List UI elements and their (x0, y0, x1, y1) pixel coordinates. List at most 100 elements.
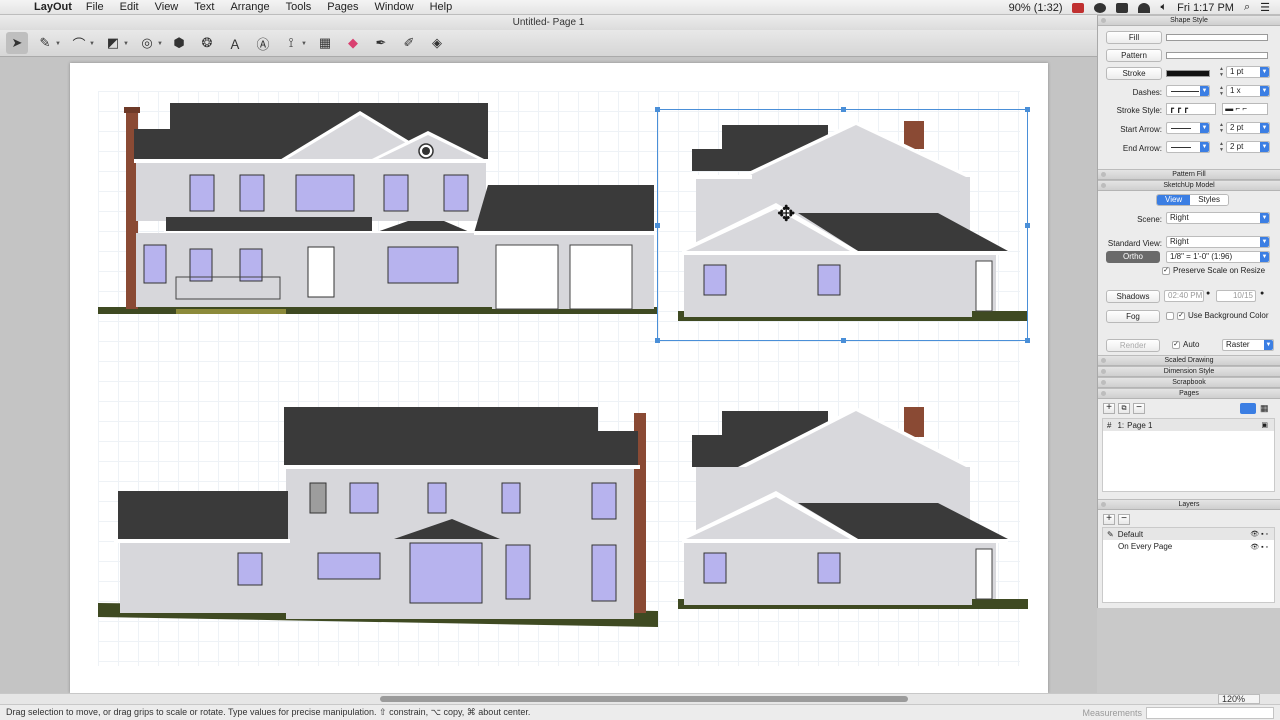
page-present-icon[interactable]: ▣ (1261, 421, 1268, 429)
preserve-scale-checkbox[interactable]: ✓ (1162, 266, 1170, 275)
shadow-time-field[interactable]: 02:40 PM (1164, 290, 1204, 302)
auto-render-option[interactable]: ✓ Auto (1172, 340, 1199, 349)
view-styles-tabs[interactable]: View Styles (1156, 194, 1229, 206)
front-elevation-viewport[interactable] (98, 99, 658, 319)
grip-top-left[interactable] (655, 107, 660, 112)
recording-icon[interactable] (1072, 2, 1085, 13)
grip-bottom-right[interactable] (1025, 338, 1030, 343)
menu-file[interactable]: File (86, 1, 104, 13)
list-item[interactable]: ✎ Default 👁︎ ▪ ▫ (1103, 528, 1274, 540)
stroke-button[interactable]: Stroke (1106, 67, 1162, 80)
fill-button[interactable]: Fill (1106, 31, 1162, 44)
list-view-icon[interactable] (1240, 403, 1256, 414)
menu-tools[interactable]: Tools (286, 1, 312, 13)
selection-box[interactable] (655, 107, 1030, 343)
layer-visibility-icon[interactable]: 👁︎ ▪ ▫ (1250, 543, 1268, 551)
menu-view[interactable]: View (155, 1, 179, 13)
shadow-date-field[interactable]: 10/15 (1216, 290, 1256, 302)
scaled-drawing-header[interactable]: Scaled Drawing (1098, 355, 1280, 366)
arc-tool-icon[interactable]: ⌒ ▼ (68, 32, 95, 54)
start-arrow-combo[interactable]: ▼ (1166, 122, 1210, 134)
end-arrow-stepper[interactable]: ▲ ▼ (1218, 141, 1225, 153)
page-paper[interactable]: ✥ (70, 63, 1048, 693)
volume-icon[interactable]: 🔈︎ (1160, 1, 1167, 14)
list-item[interactable]: On Every Page 👁︎ ▪ ▫ (1103, 540, 1274, 553)
bluetooth-icon[interactable] (1116, 2, 1129, 13)
paint-bucket-tool-icon[interactable]: ◈ (426, 32, 448, 54)
shadow-time-stepper[interactable]: ● (1206, 290, 1210, 297)
rotate-tool-icon[interactable]: ⬢ (168, 32, 190, 54)
auto-render-checkbox[interactable]: ✓ (1172, 340, 1180, 349)
table-tool-icon[interactable]: ▦ (314, 32, 336, 54)
sketchup-model-header[interactable]: SketchUp Model (1098, 180, 1280, 191)
tab-styles[interactable]: Styles (1190, 195, 1228, 205)
delete-layer-icon[interactable]: − (1118, 514, 1130, 525)
add-layer-icon[interactable]: + (1103, 514, 1115, 525)
horizontal-scrollbar[interactable]: 120% (0, 693, 1280, 704)
split-tool-icon[interactable]: ❂ (196, 32, 218, 54)
scene-select[interactable]: Right ▼ (1166, 212, 1270, 224)
document-canvas[interactable]: ✥ (0, 57, 1097, 693)
sync-icon[interactable] (1094, 2, 1107, 13)
menu-window[interactable]: Window (374, 1, 413, 13)
grip-top-right[interactable] (1025, 107, 1030, 112)
pattern-fill-header[interactable]: Pattern Fill (1098, 169, 1280, 180)
delete-page-icon[interactable]: − (1133, 403, 1145, 414)
layers-header[interactable]: Layers (1098, 499, 1280, 510)
dashes-scale-combo[interactable]: 1 x ▼ (1226, 85, 1270, 97)
circle-tool-icon[interactable]: ◎ ▼ (136, 32, 163, 54)
grip-middle-right[interactable] (1025, 223, 1030, 228)
menu-text[interactable]: Text (194, 1, 214, 13)
shape-style-header[interactable]: Shape Style (1098, 15, 1280, 26)
app-menu[interactable]: LayOut (34, 1, 72, 13)
end-arrow-size-combo[interactable]: 2 pt ▼ (1226, 141, 1270, 153)
grip-bottom-left[interactable] (655, 338, 660, 343)
eraser-tool-icon[interactable]: ◆ (342, 32, 364, 54)
stroke-color-swatch[interactable] (1166, 70, 1210, 77)
start-arrow-stepper[interactable]: ▲ ▼ (1218, 122, 1225, 134)
shadow-date-stepper[interactable]: ● (1260, 290, 1264, 297)
zoom-select[interactable]: 120% (1217, 694, 1260, 704)
rear-elevation-viewport[interactable] (98, 403, 658, 633)
wifi-icon[interactable] (1138, 2, 1151, 13)
notifications-icon[interactable]: ☰ (1260, 1, 1270, 14)
clock[interactable]: Fri 1:17 PM (1177, 2, 1234, 14)
pattern-swatch[interactable] (1166, 52, 1268, 59)
grip-top-middle[interactable] (841, 107, 846, 112)
list-item[interactable]: # 1: Page 1 ▣ (1103, 419, 1274, 431)
end-arrow-combo[interactable]: ▼ (1166, 141, 1210, 153)
render-button[interactable]: Render (1106, 339, 1160, 352)
scale-select[interactable]: 1/8" = 1'-0" (1:96) ▼ (1166, 251, 1270, 263)
fog-button[interactable]: Fog (1106, 310, 1160, 323)
text-tool-icon[interactable]: Ａ (224, 32, 246, 54)
stroke-width-combo[interactable]: 1 pt ▼ (1226, 66, 1270, 78)
pages-header[interactable]: Pages (1098, 388, 1280, 399)
battery-status[interactable]: 90% (1:32) (1009, 2, 1063, 14)
render-mode-select[interactable]: Raster ▼ (1222, 339, 1274, 351)
layer-visibility-icon[interactable]: 👁︎ ▪ ▫ (1250, 530, 1268, 538)
fog-color-checkbox[interactable] (1166, 311, 1174, 320)
scrollbar-thumb[interactable] (380, 696, 908, 702)
shape-tool-icon[interactable]: ◩ ▼ (102, 32, 129, 54)
grip-middle-left[interactable] (655, 223, 660, 228)
menu-pages[interactable]: Pages (327, 1, 358, 13)
style-tool-icon[interactable]: ✒ (370, 32, 392, 54)
pencil-tool-icon[interactable]: ✎ ▼ (34, 32, 61, 54)
dimension-style-header[interactable]: Dimension Style (1098, 366, 1280, 377)
cap-style-group[interactable]: ┏ ┏ ┏ (1166, 103, 1216, 115)
duplicate-page-icon[interactable]: ⧉ (1118, 403, 1130, 414)
fog-option[interactable]: ✓ Use Background Color (1166, 311, 1268, 320)
menu-arrange[interactable]: Arrange (230, 1, 269, 13)
dashes-combo[interactable]: ▼ (1166, 85, 1210, 97)
measurements-input[interactable] (1146, 707, 1274, 719)
add-page-icon[interactable]: + (1103, 403, 1115, 414)
tab-view[interactable]: View (1157, 195, 1191, 205)
label-tool-icon[interactable]: Ⓐ (252, 32, 274, 54)
start-arrow-size-combo[interactable]: 2 pt ▼ (1226, 122, 1270, 134)
select-tool-icon[interactable]: ➤ (6, 32, 28, 54)
thumbnail-view-icon[interactable]: ▦ (1260, 403, 1269, 414)
preserve-scale-option[interactable]: ✓ Preserve Scale on Resize (1162, 266, 1265, 275)
shadows-button[interactable]: Shadows (1106, 290, 1160, 303)
fill-swatch[interactable] (1166, 34, 1268, 41)
sample-tool-icon[interactable]: ✐ (398, 32, 420, 54)
